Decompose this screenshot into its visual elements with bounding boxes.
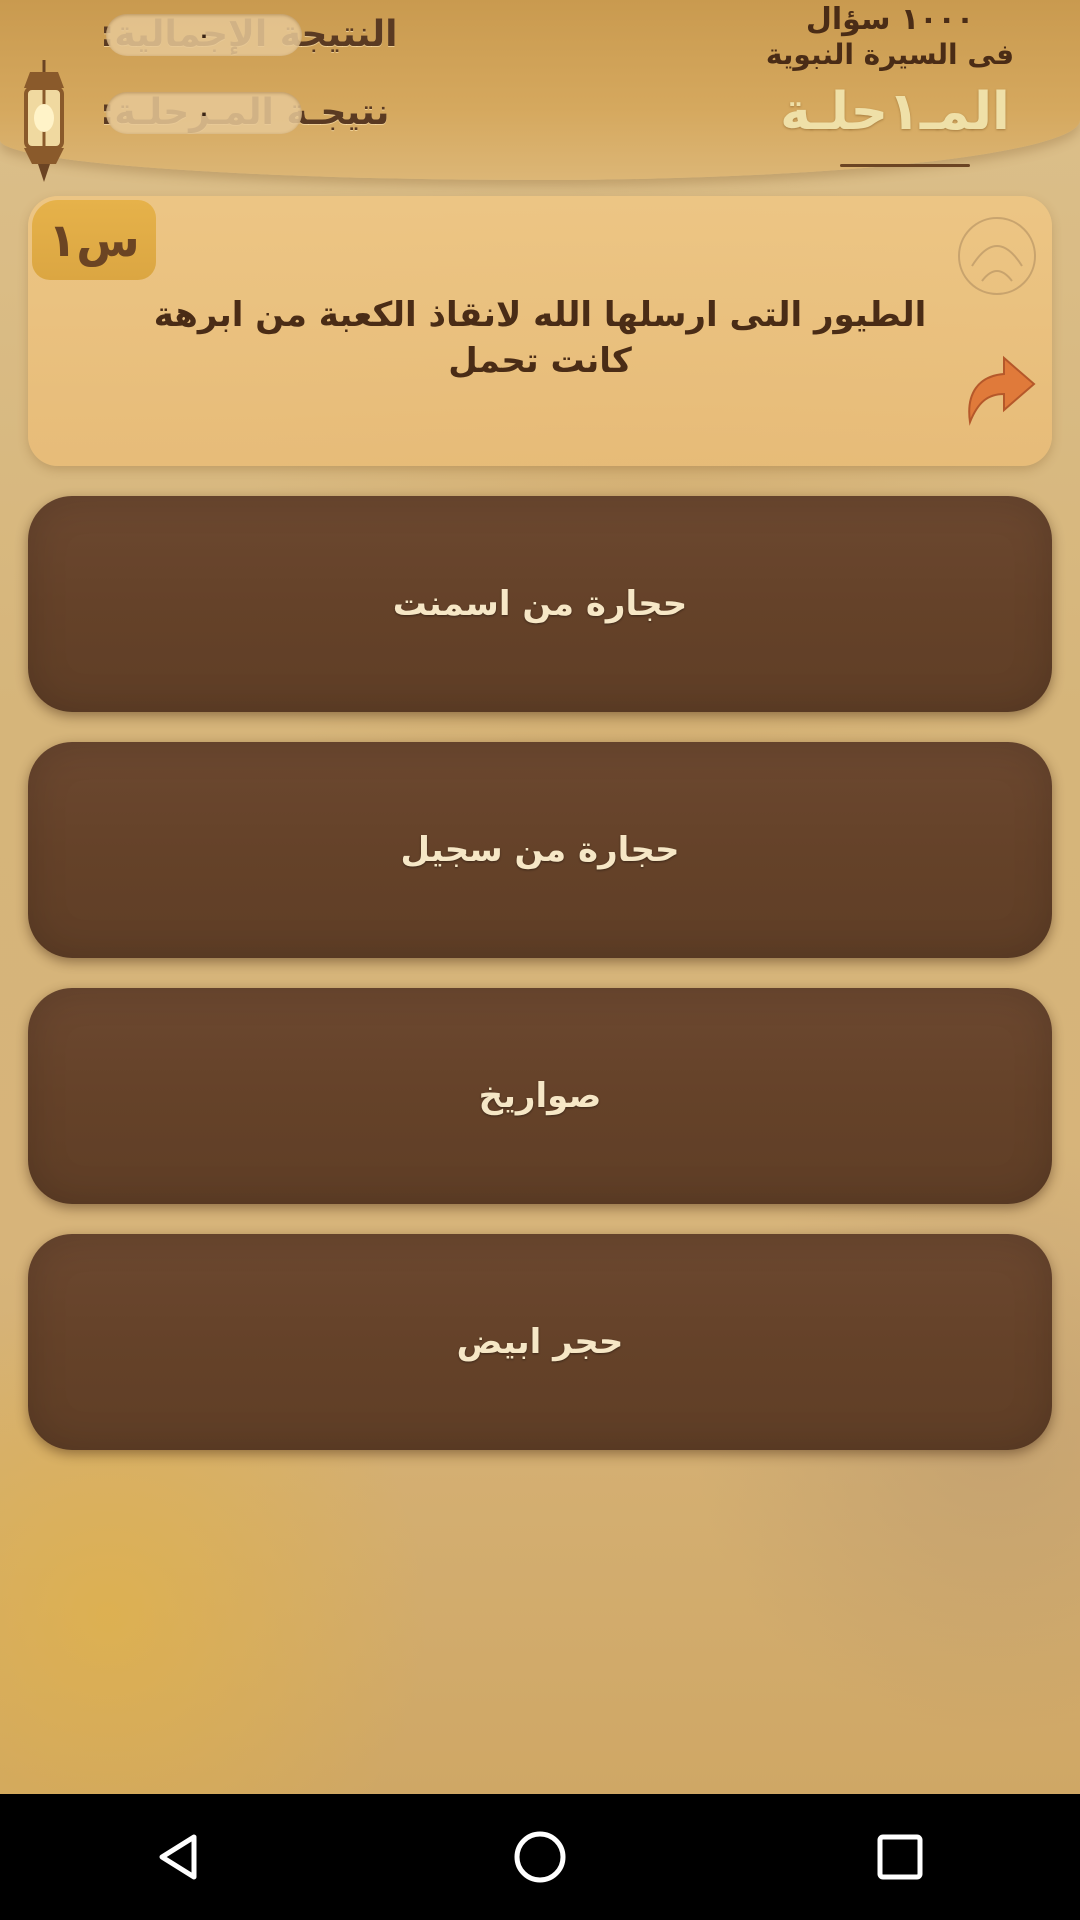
- header: النتيجة الإجمالية: ٠ نتيجـة المـرحلـة: ٠…: [0, 0, 1080, 182]
- app-title: ١٠٠٠ سؤال فى السيرة النبوية: [760, 2, 1020, 72]
- lantern-icon: [24, 60, 64, 182]
- question-text: الطيور التى ارسلها الله لانقاذ الكعبة من…: [153, 295, 927, 381]
- app-title-line2: فى السيرة النبوية: [765, 38, 1015, 71]
- question-number-badge: س١: [32, 200, 156, 280]
- answer-option-4-label: حجر ابيض: [456, 1322, 624, 1362]
- answer-option-3[interactable]: صواريخ: [28, 988, 1052, 1204]
- next-arrow-icon[interactable]: [956, 346, 1040, 430]
- back-triangle-icon: [159, 1834, 197, 1880]
- answer-option-2-label: حجارة من سجيل: [400, 830, 680, 870]
- answer-option-3-label: صواريخ: [478, 1076, 602, 1116]
- home-circle-icon: [514, 1831, 566, 1883]
- stage-title: المـ١حلـة: [780, 82, 1010, 142]
- calligraphy-ornament-icon: [958, 217, 1036, 295]
- nav-home-button[interactable]: [500, 1817, 580, 1897]
- app-title-line1: ١٠٠٠ سؤال: [805, 2, 975, 37]
- stage-score-value: ٠: [106, 92, 302, 134]
- question-card: س١ الطيور التى ارسلها الله لانقاذ الكعبة…: [28, 196, 1052, 466]
- recents-square-icon: [877, 1834, 923, 1880]
- system-nav-bar: [0, 1794, 1080, 1920]
- nav-back-button[interactable]: [140, 1817, 220, 1897]
- app-screen: النتيجة الإجمالية: ٠ نتيجـة المـرحلـة: ٠…: [0, 0, 1080, 1794]
- answer-option-2[interactable]: حجارة من سجيل: [28, 742, 1052, 958]
- answer-option-1-label: حجارة من اسمنت: [392, 584, 688, 624]
- answer-option-1[interactable]: حجارة من اسمنت: [28, 496, 1052, 712]
- nav-recents-button[interactable]: [860, 1817, 940, 1897]
- total-score-value: ٠: [106, 14, 302, 56]
- answer-option-4[interactable]: حجر ابيض: [28, 1234, 1052, 1450]
- stage-underline: [840, 164, 970, 167]
